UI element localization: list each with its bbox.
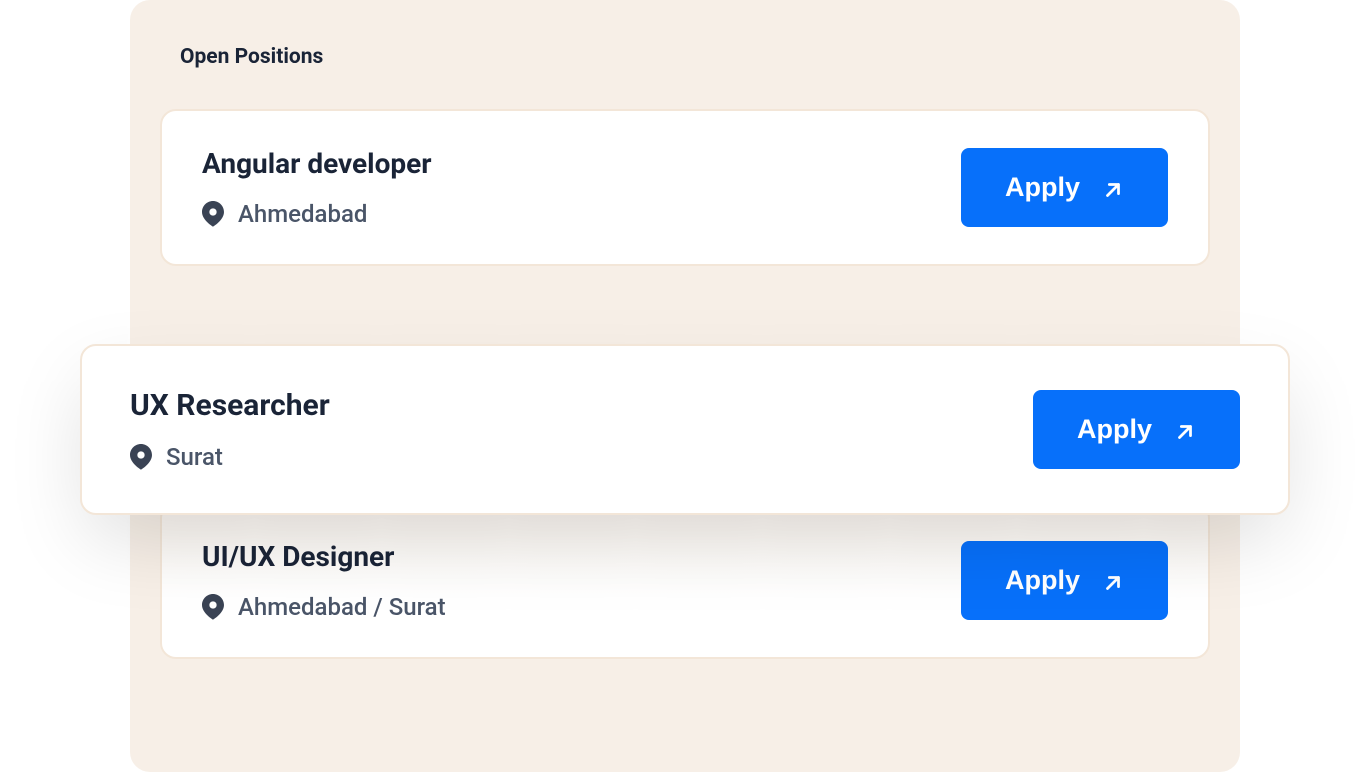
arrow-up-right-icon	[1174, 419, 1196, 441]
job-info: UI/UX Designer Ahmedabad / Surat	[202, 540, 446, 621]
location-text: Ahmedabad / Surat	[238, 593, 446, 621]
apply-button[interactable]: Apply	[961, 541, 1168, 620]
job-location: Ahmedabad / Surat	[202, 593, 446, 621]
apply-button[interactable]: Apply	[961, 148, 1168, 227]
job-title: UI/UX Designer	[202, 540, 446, 573]
job-card: UI/UX Designer Ahmedabad / Surat Apply	[160, 502, 1210, 659]
apply-label: Apply	[1005, 172, 1080, 203]
location-pin-icon	[202, 201, 224, 227]
job-location: Ahmedabad	[202, 200, 432, 228]
arrow-up-right-icon	[1102, 177, 1124, 199]
location-pin-icon	[202, 594, 224, 620]
job-title: Angular developer	[202, 147, 432, 180]
apply-label: Apply	[1077, 414, 1152, 445]
job-info: UX Researcher Surat	[130, 388, 330, 471]
job-card-highlighted: UX Researcher Surat Apply	[80, 344, 1290, 515]
apply-button[interactable]: Apply	[1033, 390, 1240, 469]
job-info: Angular developer Ahmedabad	[202, 147, 432, 228]
location-text: Surat	[166, 443, 223, 471]
job-card: Angular developer Ahmedabad Apply	[160, 109, 1210, 266]
job-location: Surat	[130, 443, 330, 471]
location-pin-icon	[130, 444, 152, 470]
location-text: Ahmedabad	[238, 200, 367, 228]
section-title: Open Positions	[180, 45, 1210, 69]
apply-label: Apply	[1005, 565, 1080, 596]
job-title: UX Researcher	[130, 388, 330, 423]
arrow-up-right-icon	[1102, 570, 1124, 592]
